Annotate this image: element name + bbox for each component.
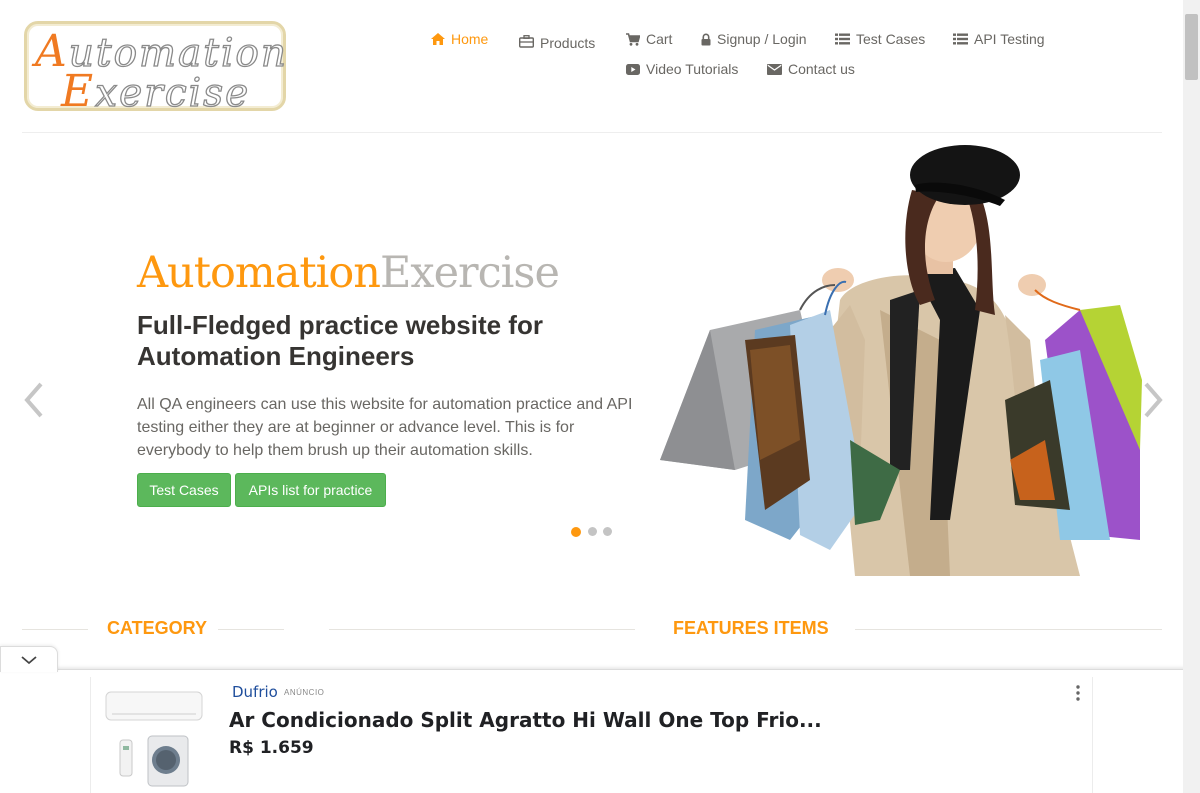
category-rule-right [218, 629, 284, 630]
features-rule-right [855, 629, 1162, 630]
nav-contact-us[interactable]: Contact us [767, 61, 855, 77]
category-heading: CATEGORY [107, 618, 208, 638]
slider-brand-title: AutomationExercise [137, 248, 560, 298]
nav-signup-login[interactable]: Signup / Login [701, 31, 807, 47]
ad-title-link[interactable]: Ar Condicionado Split Agratto Hi Wall On… [229, 708, 822, 732]
list-icon [953, 33, 968, 45]
logo-text-line2: Exercise [61, 66, 251, 117]
slider-description: All QA engineers can use this website fo… [137, 396, 633, 459]
nav-cart-label: Cart [646, 31, 673, 47]
site-logo[interactable]: Automation Exercise [24, 21, 287, 117]
nav-test-cases[interactable]: Test Cases [835, 31, 925, 47]
slider-dot-1[interactable] [571, 527, 581, 537]
list-icon [835, 33, 850, 45]
nav-home[interactable]: Home [431, 31, 488, 47]
ad-brand-logo: Dufrio [232, 683, 278, 701]
envelope-icon [767, 63, 782, 75]
cart-icon [626, 32, 640, 46]
nav-video-tutorials[interactable]: Video Tutorials [626, 61, 738, 77]
nav-api-testing-label: API Testing [974, 31, 1045, 47]
products-icon [519, 34, 534, 48]
nav-products[interactable]: Products [519, 31, 595, 51]
kebab-menu-icon[interactable] [1072, 684, 1084, 702]
slider-dot-2[interactable] [588, 527, 597, 536]
slider-heading: Full-Fledged practice website for Automa… [137, 310, 543, 371]
youtube-play-icon [626, 63, 640, 75]
nav-signup-login-label: Signup / Login [717, 31, 807, 47]
chevron-down-icon [21, 656, 37, 665]
nav-products-label: Products [540, 35, 596, 51]
ad-product-image [105, 691, 203, 787]
hero-shopping-woman-image [660, 145, 1142, 576]
ad-price: R$ 1.659 [229, 738, 314, 758]
ad-collapse-toggle[interactable] [0, 646, 58, 672]
nav-contact-us-label: Contact us [788, 61, 855, 77]
features-heading: FEATURES ITEMS [673, 618, 829, 638]
features-rule-left [329, 629, 635, 630]
slider-dot-3[interactable] [603, 527, 612, 536]
category-rule-left [22, 629, 88, 630]
slider-next-arrow-icon[interactable] [1140, 380, 1166, 420]
home-icon [431, 33, 445, 45]
nav-api-testing[interactable]: API Testing [953, 31, 1045, 47]
page-scrollbar[interactable] [1183, 0, 1200, 793]
scrollbar-thumb[interactable] [1185, 14, 1198, 80]
lock-icon [701, 33, 711, 45]
nav-home-label: Home [451, 31, 489, 47]
nav-cart[interactable]: Cart [626, 31, 672, 47]
slider-prev-arrow-icon[interactable] [21, 380, 47, 420]
nav-test-cases-label: Test Cases [856, 31, 926, 47]
nav-video-tutorials-label: Video Tutorials [646, 61, 739, 77]
ad-label: ANÚNCIO [284, 688, 325, 697]
apis-list-button[interactable]: APIs list for practice [235, 473, 386, 507]
test-cases-button[interactable]: Test Cases [137, 473, 231, 507]
header-divider [22, 132, 1162, 133]
